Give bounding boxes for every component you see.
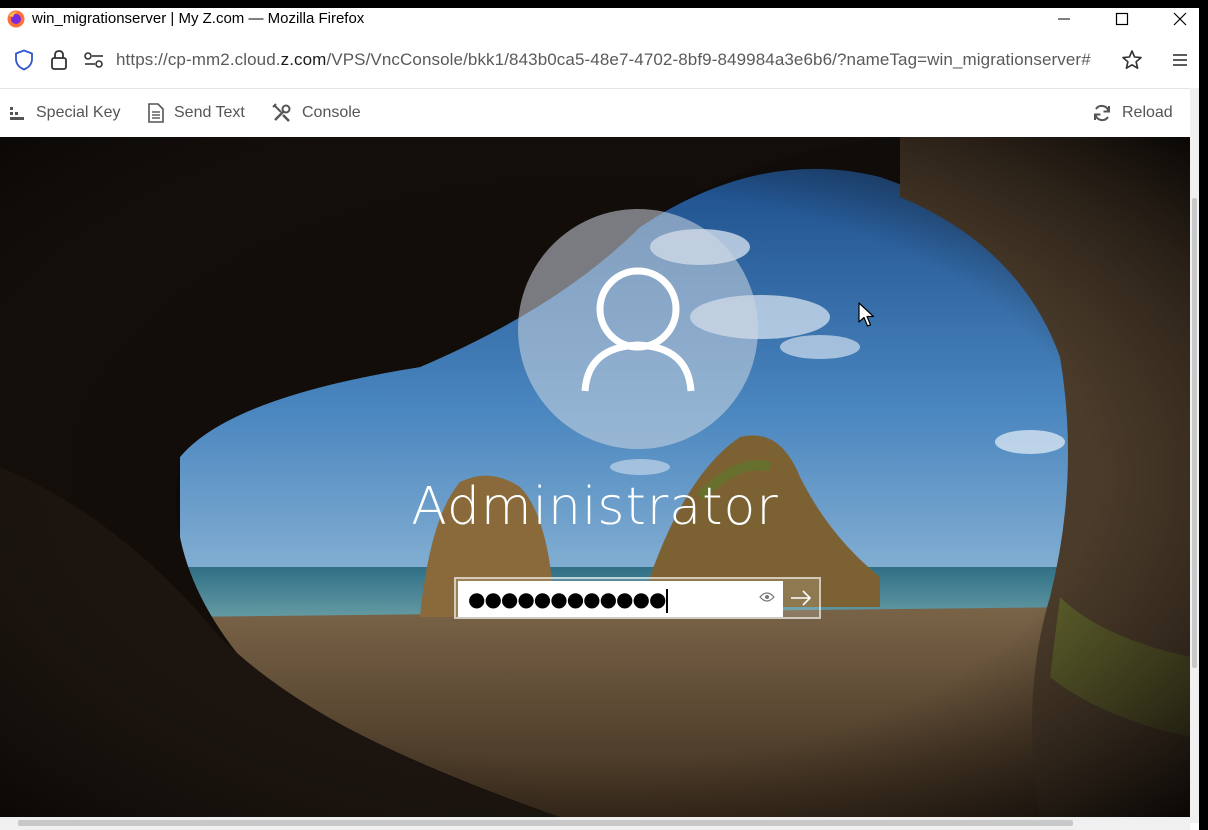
minimize-button[interactable] (1044, 8, 1084, 30)
reveal-password-icon[interactable] (759, 591, 775, 603)
special-key-label: Special Key (36, 104, 121, 121)
mouse-cursor-icon (858, 302, 875, 327)
reload-label: Reload (1122, 104, 1173, 121)
maximize-icon (1115, 12, 1129, 26)
console-button[interactable]: Console (272, 100, 361, 126)
password-masked-value: ●●●●●●●●●●●● (468, 587, 666, 611)
user-icon (581, 267, 695, 392)
document-icon (148, 103, 164, 123)
password-box: ●●●●●●●●●●●● (454, 577, 821, 619)
reload-button[interactable]: Reload (1092, 100, 1173, 126)
close-button[interactable] (1160, 8, 1199, 30)
bookmark-star-icon (1122, 50, 1142, 69)
account-name: Administrator (411, 477, 779, 537)
address-bar-row: https://cp-mm2.cloud.z.com/VPS/VncConsol… (0, 32, 1199, 89)
horizontal-scrollbar[interactable] (0, 817, 1190, 830)
vnc-screen[interactable]: Administrator ●●●●●●●●●●●● (0, 137, 1190, 817)
scrollbar-thumb[interactable] (18, 820, 1073, 826)
firefox-icon (7, 10, 25, 28)
scrollbar-thumb[interactable] (1192, 198, 1197, 668)
shield-icon (15, 49, 33, 71)
title-bar: win_migrationserver | My Z.com — Mozilla… (0, 8, 1199, 30)
lock-icon (51, 50, 67, 70)
keyboard-stairs-icon (10, 107, 24, 120)
text-caret (666, 588, 669, 613)
submit-button[interactable] (783, 579, 819, 617)
window-title: win_migrationserver | My Z.com — Mozilla… (32, 10, 365, 27)
console-toolbar: Special Key Send Text Console Reload (6, 89, 1199, 137)
user-avatar (518, 209, 758, 449)
bookmark-button[interactable] (1120, 48, 1144, 72)
minimize-icon (1058, 18, 1070, 20)
tools-icon (272, 103, 291, 122)
close-icon (1173, 12, 1187, 26)
url-suffix: /VPS/VncConsole/bkk1/843b0ca5-48e7-4702-… (326, 50, 1091, 69)
console-label: Console (302, 104, 361, 121)
app-menu-button[interactable] (1168, 48, 1192, 72)
vertical-scrollbar[interactable] (1190, 88, 1199, 823)
send-text-label: Send Text (174, 104, 245, 121)
special-key-button[interactable]: Special Key (10, 100, 121, 126)
tracking-protection-button[interactable] (12, 48, 36, 72)
reload-icon (1094, 105, 1110, 121)
browser-window: win_migrationserver | My Z.com — Mozilla… (0, 8, 1199, 830)
site-security-button[interactable] (47, 48, 71, 72)
send-text-button[interactable]: Send Text (148, 100, 245, 126)
permissions-icon (84, 52, 103, 68)
arrow-right-icon (791, 590, 812, 606)
menu-icon (1173, 54, 1187, 66)
url-field[interactable]: https://cp-mm2.cloud.z.com/VPS/VncConsol… (116, 50, 1091, 70)
password-field[interactable]: ●●●●●●●●●●●● (458, 581, 783, 617)
url-domain: z.com (280, 50, 327, 69)
permissions-button[interactable] (82, 48, 106, 72)
url-prefix: https://cp-mm2.cloud. (116, 50, 281, 69)
maximize-button[interactable] (1102, 8, 1142, 30)
